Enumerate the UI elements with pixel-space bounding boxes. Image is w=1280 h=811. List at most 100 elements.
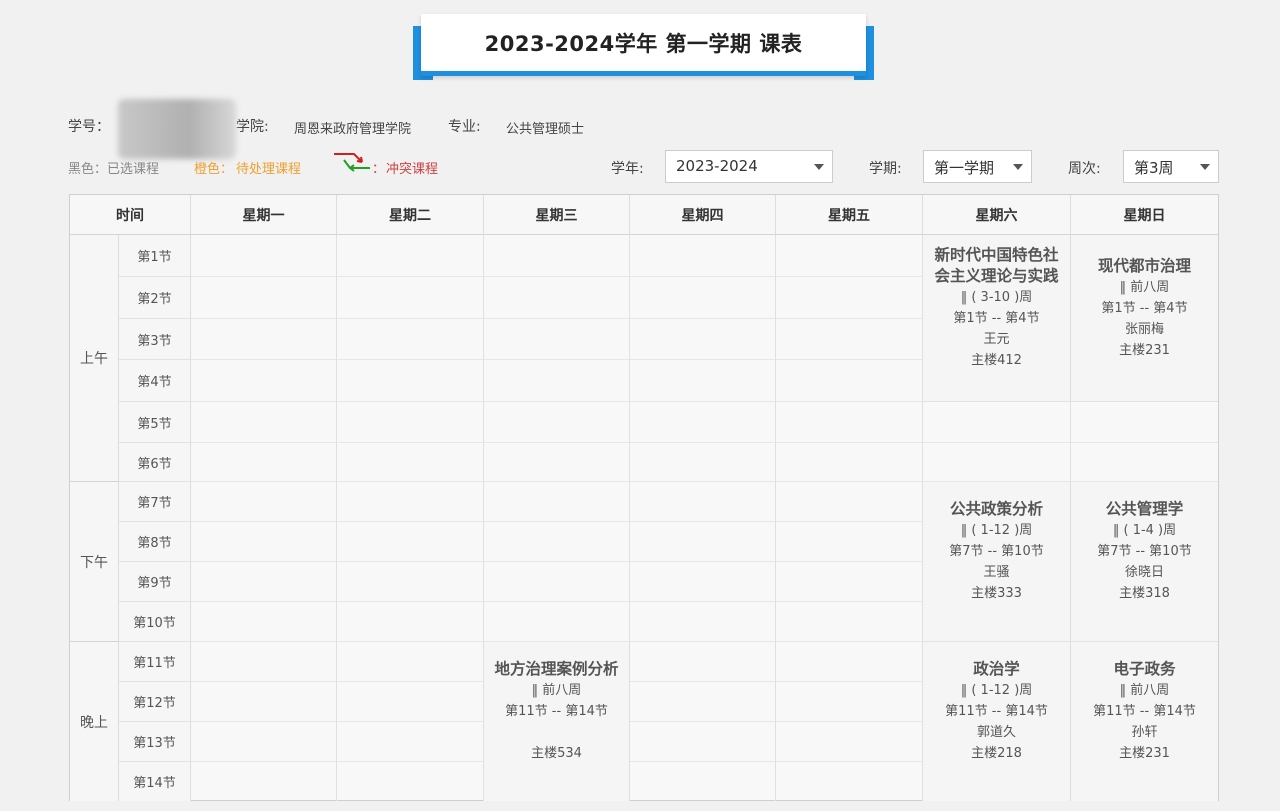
schedule-cell[interactable] (776, 277, 923, 319)
schedule-cell[interactable] (776, 562, 923, 602)
schedule-cell[interactable] (191, 522, 337, 562)
schedule-cell[interactable] (337, 562, 484, 602)
course-room: 主楼231 (1119, 343, 1170, 358)
schedule-cell[interactable] (337, 482, 484, 522)
schedule-cell[interactable] (1071, 402, 1218, 443)
schedule-cell[interactable] (776, 602, 923, 642)
schedule-cell[interactable] (630, 762, 776, 801)
course-block[interactable]: 新时代中国特色社会主义理论与实践 ‖ ( 3-10 )周 第1节 -- 第4节 … (923, 235, 1071, 402)
schedule-cell[interactable] (776, 319, 923, 360)
schedule-cell[interactable] (484, 319, 630, 360)
schedule-cell[interactable] (776, 722, 923, 762)
schedule-cell[interactable] (630, 402, 776, 443)
chevron-down-icon (1200, 164, 1210, 170)
schedule-cell[interactable] (191, 722, 337, 762)
schedule-cell[interactable] (923, 443, 1071, 482)
schedule-cell[interactable] (630, 642, 776, 682)
schedule-cell[interactable] (484, 402, 630, 443)
schedule-cell[interactable] (191, 402, 337, 443)
week-select[interactable]: 第3周 (1123, 150, 1219, 183)
schedule-cell[interactable] (191, 682, 337, 722)
schedule-cell[interactable] (484, 277, 630, 319)
slot-label: 第5节 (119, 402, 191, 443)
legend-pending: 待处理课程 (236, 162, 302, 177)
course-name: 公共政策分析 (949, 500, 1043, 518)
course-block[interactable]: 公共政策分析 ‖ ( 1-12 )周 第7节 -- 第10节 王骚 主楼333 (923, 482, 1071, 642)
schedule-cell[interactable] (776, 360, 923, 402)
course-weeks: ‖ ( 3-10 )周 (960, 290, 1033, 305)
schedule-cell[interactable] (337, 642, 484, 682)
schedule-cell[interactable] (484, 235, 630, 277)
schedule-cell[interactable] (630, 522, 776, 562)
year-select[interactable]: 2023-2024 (665, 150, 833, 183)
schedule-cell[interactable] (923, 402, 1071, 443)
schedule-cell[interactable] (337, 235, 484, 277)
schedule-cell[interactable] (630, 443, 776, 482)
course-teacher: 张丽梅 (1124, 322, 1164, 337)
schedule-cell[interactable] (776, 762, 923, 801)
term-select[interactable]: 第一学期 (923, 150, 1032, 183)
course-block[interactable]: 地方治理案例分析 ‖ 前八周 第11节 -- 第14节 主楼534 (484, 642, 630, 801)
schedule-cell[interactable] (484, 562, 630, 602)
schedule-cell[interactable] (337, 602, 484, 642)
schedule-cell[interactable] (630, 482, 776, 522)
schedule-cell[interactable] (337, 402, 484, 443)
day-header: 星期二 (337, 195, 484, 235)
schedule-cell[interactable] (484, 602, 630, 642)
schedule-cell[interactable] (191, 762, 337, 801)
schedule-cell[interactable] (484, 443, 630, 482)
schedule-cell[interactable] (337, 522, 484, 562)
schedule-cell[interactable] (191, 482, 337, 522)
course-block[interactable]: 现代都市治理 ‖ 前八周 第1节 -- 第4节 张丽梅 主楼231 (1071, 235, 1218, 402)
schedule-cell[interactable] (630, 360, 776, 402)
schedule-cell[interactable] (191, 235, 337, 277)
college-value: 周恩来政府管理学院 (294, 122, 412, 137)
course-name: 电子政务 (1113, 660, 1176, 678)
schedule-cell[interactable] (630, 277, 776, 319)
schedule-cell[interactable] (630, 562, 776, 602)
schedule-cell[interactable] (337, 682, 484, 722)
schedule-cell[interactable] (191, 319, 337, 360)
schedule-cell[interactable] (337, 360, 484, 402)
redacted-student-id (118, 99, 236, 159)
slot-label: 第13节 (119, 722, 191, 762)
schedule-cell[interactable] (191, 360, 337, 402)
schedule-cell[interactable] (776, 642, 923, 682)
schedule-cell[interactable] (337, 762, 484, 801)
schedule-cell[interactable] (630, 722, 776, 762)
schedule-cell[interactable] (630, 319, 776, 360)
year-select-value: 2023-2024 (676, 157, 758, 175)
schedule-cell[interactable] (191, 642, 337, 682)
schedule-cell[interactable] (630, 235, 776, 277)
period-evening: 晚上 (70, 642, 119, 801)
schedule-cell[interactable] (337, 722, 484, 762)
course-block[interactable]: 电子政务 ‖ 前八周 第11节 -- 第14节 孙轩 主楼231 (1071, 642, 1218, 801)
schedule-cell[interactable] (776, 682, 923, 722)
course-block[interactable]: 公共管理学 ‖ ( 1-4 )周 第7节 -- 第10节 徐晓日 主楼318 (1071, 482, 1218, 642)
schedule-cell[interactable] (191, 562, 337, 602)
schedule-cell[interactable] (630, 602, 776, 642)
schedule-cell[interactable] (776, 443, 923, 482)
schedule-cell[interactable] (484, 360, 630, 402)
schedule-cell[interactable] (776, 235, 923, 277)
schedule-cell[interactable] (337, 443, 484, 482)
schedule-cell[interactable] (337, 319, 484, 360)
schedule-cell[interactable] (191, 443, 337, 482)
schedule-cell[interactable] (1071, 443, 1218, 482)
course-weeks: ‖ ( 1-12 )周 (960, 683, 1033, 698)
course-room: 主楼318 (1119, 586, 1170, 601)
day-header: 星期日 (1071, 195, 1218, 235)
course-name: 政治学 (973, 660, 1020, 678)
schedule-cell[interactable] (630, 682, 776, 722)
schedule-cell[interactable] (484, 522, 630, 562)
schedule-cell[interactable] (191, 277, 337, 319)
schedule-cell[interactable] (191, 602, 337, 642)
schedule-cell[interactable] (484, 482, 630, 522)
schedule-cell[interactable] (776, 402, 923, 443)
course-teacher: 郭道久 (976, 725, 1016, 740)
schedule-cell[interactable] (337, 277, 484, 319)
schedule-cell[interactable] (776, 482, 923, 522)
course-slots: 第7节 -- 第10节 (1097, 544, 1192, 559)
schedule-cell[interactable] (776, 522, 923, 562)
course-block[interactable]: 政治学 ‖ ( 1-12 )周 第11节 -- 第14节 郭道久 主楼218 (923, 642, 1071, 801)
